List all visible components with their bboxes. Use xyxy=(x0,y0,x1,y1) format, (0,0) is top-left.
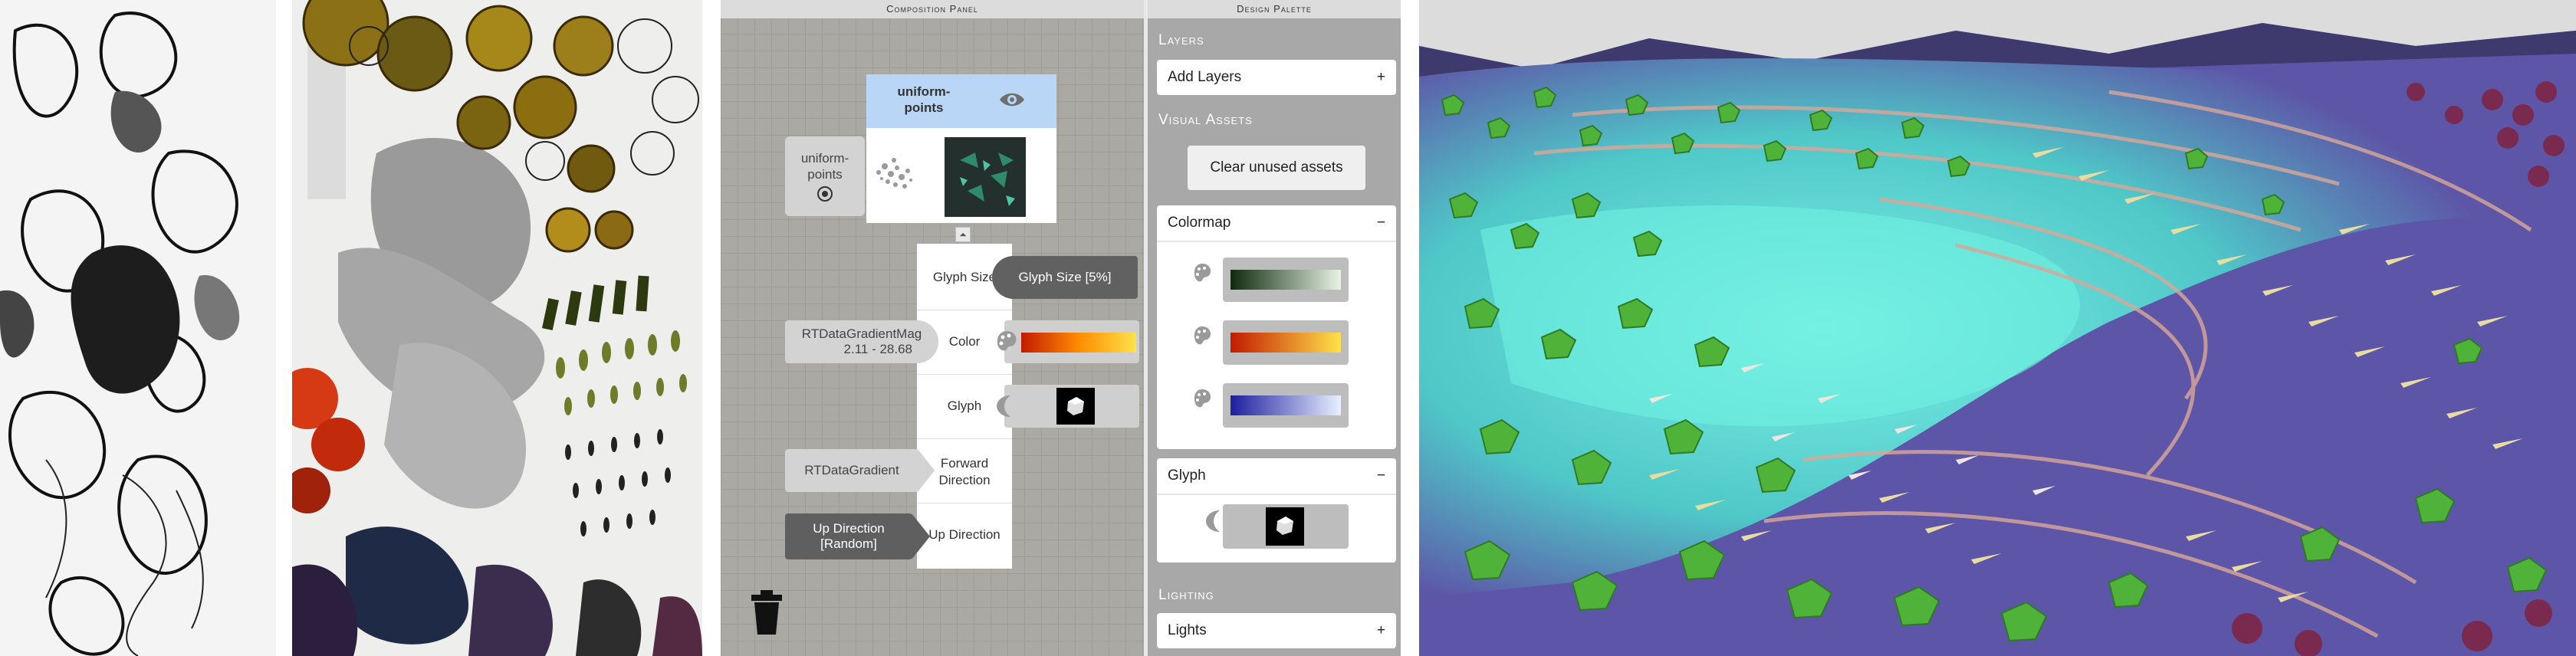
glyph-selector-icon xyxy=(997,395,1010,417)
glyph-collapse-icon[interactable]: − xyxy=(1377,467,1385,484)
glyph-thumbnail xyxy=(1056,388,1095,425)
clear-unused-assets-button[interactable]: Clear unused assets xyxy=(1188,146,1365,190)
up-direction-tag[interactable]: Up Direction [Random] xyxy=(785,513,912,559)
uniform-points-node-header[interactable]: uniform- points xyxy=(866,74,1056,128)
colormap-swatch-green xyxy=(1230,270,1341,290)
uniform-points-node-body xyxy=(866,128,1056,223)
color-gradient-swatch xyxy=(1021,333,1136,353)
render-viewport[interactable] xyxy=(1419,0,2576,656)
glyph-cube-icon xyxy=(1276,517,1293,535)
trash-icon[interactable] xyxy=(750,590,784,636)
collage-artwork-drawing xyxy=(292,0,702,656)
expand-glyph-button[interactable]: ⏶ xyxy=(955,227,971,242)
color-value-box[interactable] xyxy=(997,320,1139,363)
add-layers-label: Add Layers xyxy=(1168,69,1242,85)
colormap-swatch-orange xyxy=(1230,333,1341,353)
colormap-swatch-blue xyxy=(1230,395,1341,415)
lights-plus-icon[interactable]: + xyxy=(1377,622,1385,639)
target-icon xyxy=(817,186,833,202)
glyph-size-value-tag[interactable]: Glyph Size [5%] xyxy=(992,256,1138,299)
gradient-tag[interactable]: RTDataGradient xyxy=(785,449,918,492)
glyph-card-title: Glyph xyxy=(1168,467,1206,484)
glyph-option-thumbnail xyxy=(1266,507,1304,546)
points-preview-icon xyxy=(876,158,912,189)
glyph-size-value: Glyph Size [5%] xyxy=(1018,270,1112,284)
ink-artwork-drawing xyxy=(0,0,276,656)
lights-row[interactable]: Lights + xyxy=(1157,613,1396,648)
render-thumbnail-art xyxy=(960,153,1015,206)
glyph-card-header[interactable]: Glyph − xyxy=(1157,458,1396,495)
glyph-selector-icon xyxy=(1206,510,1220,532)
gradient-name: RTDataGradient xyxy=(804,463,899,477)
glyph-card: Glyph − xyxy=(1157,458,1396,563)
composition-panel: Composition Panel uniform- points unifor xyxy=(721,0,1144,656)
glyph-option[interactable] xyxy=(1223,504,1349,549)
up-direction-param: Up Direction xyxy=(928,527,1001,542)
add-layers-plus-icon[interactable]: + xyxy=(1377,69,1385,86)
colormap-card: Colormap − xyxy=(1157,205,1396,449)
gradient-mag-name: RTDataGradientMag xyxy=(801,326,922,341)
design-palette-title: Design Palette xyxy=(1148,0,1401,18)
design-palette: Design Palette Layers Add Layers + Visua… xyxy=(1148,0,1401,656)
glyph-value-box[interactable] xyxy=(997,385,1139,428)
gradient-mag-tag[interactable]: RTDataGradientMag 2.11 - 28.68 xyxy=(785,320,938,363)
gradient-tag-arrow xyxy=(918,449,935,492)
palette-icon xyxy=(997,331,1017,351)
collage-artwork-image xyxy=(292,0,702,656)
uniform-points-render-thumbnail xyxy=(945,137,1026,217)
colormap-title: Colormap xyxy=(1168,215,1231,231)
lighting-section-title: Lighting xyxy=(1158,587,1214,603)
colormap-collapse-icon[interactable]: − xyxy=(1377,215,1385,231)
composition-panel-title: Composition Panel xyxy=(721,0,1144,18)
up-direction-value: Up Direction [Random] xyxy=(813,521,885,551)
palette-icon xyxy=(1194,389,1211,408)
palette-icon xyxy=(1194,326,1211,345)
visual-assets-section-title: Visual Assets xyxy=(1158,112,1253,128)
up-direction-tag-arrow xyxy=(912,513,930,559)
add-layers-row[interactable]: Add Layers + xyxy=(1157,60,1396,95)
palette-icon xyxy=(1194,264,1211,282)
lights-label: Lights xyxy=(1168,622,1207,638)
eye-icon[interactable] xyxy=(998,91,1026,108)
layers-section-title: Layers xyxy=(1158,32,1204,48)
ink-artwork-image xyxy=(0,0,276,656)
colormap-option-green[interactable] xyxy=(1223,257,1349,302)
uniform-points-source-label: uniform- points xyxy=(800,151,849,182)
glyph-cube-icon xyxy=(1067,397,1084,415)
render-viewport-scene xyxy=(1419,0,2576,656)
colormap-option-blue[interactable] xyxy=(1223,383,1349,428)
gradient-mag-range: 2.11 - 28.68 xyxy=(843,342,912,356)
uniform-points-node-title: uniform- points xyxy=(897,84,951,115)
colormap-option-orange[interactable] xyxy=(1223,320,1349,365)
colormap-card-header[interactable]: Colormap − xyxy=(1157,205,1396,242)
uniform-points-source-tag[interactable]: uniform- points xyxy=(785,136,865,216)
